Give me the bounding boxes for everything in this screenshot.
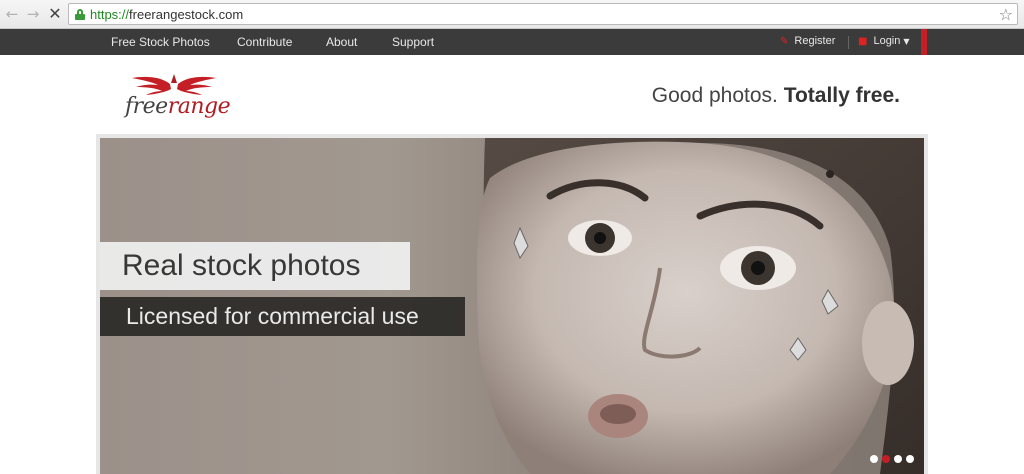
subline-banner: Licensed for commercial use <box>100 297 465 336</box>
address-bar[interactable]: https://freerangestock.com ☆ <box>68 3 1018 25</box>
hero-headline: Real stock photos <box>122 249 361 282</box>
tagline-bold: Totally free. <box>783 84 900 107</box>
stop-loading-icon[interactable]: ✕ <box>46 5 64 23</box>
carousel-dot[interactable] <box>894 455 902 463</box>
lock-icon: ■ <box>858 36 868 47</box>
nav-link-contribute[interactable]: Contribute <box>237 35 292 49</box>
site-nav-bar: Free Stock Photos Contribute About Suppo… <box>0 29 1024 55</box>
register-link[interactable]: ✎ Register <box>780 35 835 47</box>
logo-word-free: free <box>125 94 168 119</box>
hero-subline: Licensed for commercial use <box>126 303 419 329</box>
nav-link-support[interactable]: Support <box>392 35 434 49</box>
accent-tab <box>921 29 927 55</box>
bookmark-star-icon[interactable]: ☆ <box>999 5 1013 24</box>
login-dropdown[interactable]: ■ Login ▼ <box>858 35 910 47</box>
carousel-dot[interactable] <box>906 455 914 463</box>
logo-wordmark: freerange <box>125 94 231 119</box>
site-logo[interactable]: freerange <box>124 70 231 122</box>
register-label: Register <box>794 35 836 47</box>
carousel-dot[interactable] <box>870 455 878 463</box>
login-label: Login <box>873 35 901 47</box>
url-host: freerangestock.com <box>129 7 244 22</box>
url-text[interactable]: https://freerangestock.com <box>90 7 243 22</box>
back-arrow-icon[interactable]: ← <box>3 5 21 23</box>
tagline-light: Good photos. <box>651 84 778 107</box>
forward-arrow-icon[interactable]: → <box>24 5 42 23</box>
browser-toolbar: ← → ✕ https://freerangestock.com ☆ <box>0 0 1024 29</box>
caret-down-icon: ▼ <box>903 37 910 46</box>
logo-word-range: range <box>167 94 231 119</box>
carousel-dot[interactable] <box>882 455 890 463</box>
site-tagline: Good photos. Totally free. <box>652 84 900 108</box>
pencil-icon: ✎ <box>780 36 789 47</box>
secure-lock-icon <box>75 9 85 20</box>
nav-divider <box>848 36 849 49</box>
headline-banner: Real stock photos <box>100 242 410 290</box>
nav-link-about[interactable]: About <box>326 35 357 49</box>
url-scheme: https:// <box>90 7 130 22</box>
nav-link-free-stock-photos[interactable]: Free Stock Photos <box>111 35 210 49</box>
